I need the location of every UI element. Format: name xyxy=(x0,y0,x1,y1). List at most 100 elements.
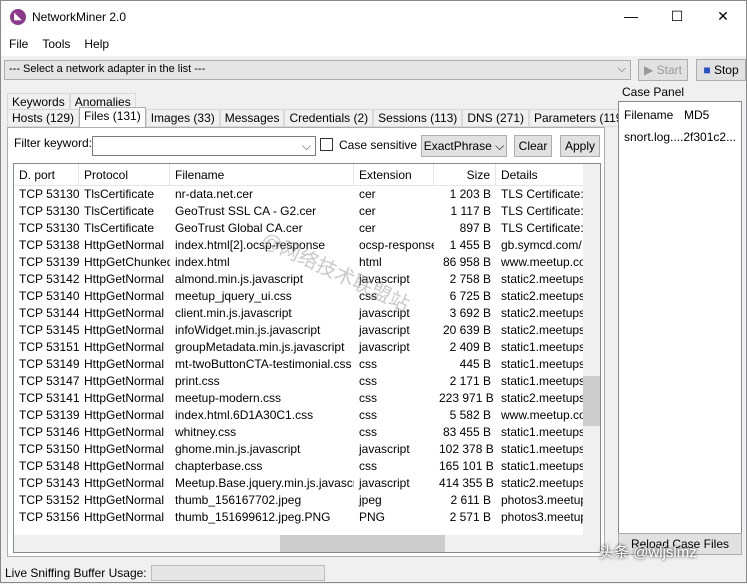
horizontal-scroll-thumb[interactable] xyxy=(280,535,445,552)
cell-extension: javascript xyxy=(359,323,410,337)
match-mode-value: ExactPhrase xyxy=(423,139,492,153)
cell-protocol: TlsCertificate xyxy=(84,204,155,218)
table-row[interactable]: TCP 53141 HttpGetNormal meetup-modern.css c… xyxy=(14,390,600,407)
cell-details: static1.meetupsta xyxy=(501,442,584,456)
cell-dport: TCP 53130 xyxy=(19,221,79,235)
cell-protocol: HttpGetNormal xyxy=(84,408,165,422)
vertical-scrollbar[interactable] xyxy=(583,164,600,536)
cell-size: 1 117 B xyxy=(450,204,491,218)
menu-help[interactable]: Help xyxy=(84,37,109,51)
table-row[interactable]: TCP 53143 HttpGetNormal Meetup.Base.jquery… xyxy=(14,475,600,492)
col-size[interactable]: Size xyxy=(434,164,496,185)
tab-sessions[interactable]: Sessions (113) xyxy=(373,109,463,127)
cell-size: 2 409 B xyxy=(449,340,491,354)
files-table: D. port Protocol Filename Extension Size… xyxy=(13,163,601,553)
clear-button[interactable]: Clear xyxy=(514,135,552,157)
cell-size: 102 378 B xyxy=(439,442,494,456)
menu-file[interactable]: File xyxy=(9,37,28,51)
cell-dport: TCP 53150 xyxy=(19,442,79,456)
cell-extension: css xyxy=(359,374,377,388)
table-row[interactable]: TCP 53139 HttpGetNormal index.html.6D1A30C… xyxy=(14,407,600,424)
tab-messages[interactable]: Messages xyxy=(219,109,285,127)
cell-protocol: HttpGetNormal xyxy=(84,493,165,507)
cell-filename: GeoTrust Global CA.cer xyxy=(175,221,303,235)
table-row[interactable]: TCP 53150 HttpGetNormal ghome.min.js.javas… xyxy=(14,441,600,458)
status-bar: Live Sniffing Buffer Usage: xyxy=(1,562,746,584)
cell-extension: css xyxy=(359,289,377,303)
table-row[interactable]: TCP 53130 TlsCertificate GeoTrust SSL CA -… xyxy=(14,203,600,220)
table-row[interactable]: TCP 53145 HttpGetNormal infoWidget.min.js.… xyxy=(14,322,600,339)
table-row[interactable]: TCP 53156 HttpGetNormal thumb_151699612.jp… xyxy=(14,509,600,526)
tab-dns[interactable]: DNS (271) xyxy=(462,109,529,127)
stop-button[interactable]: ■ Stop xyxy=(696,59,746,81)
title-bar: ◣ NetworkMiner 2.0 — ☐ ✕ xyxy=(1,1,746,32)
start-button[interactable]: ▶ Start xyxy=(638,59,688,81)
table-row[interactable]: TCP 53130 TlsCertificate nr-data.net.cer ce… xyxy=(14,186,600,203)
cell-details: www.meetup.com xyxy=(501,408,584,422)
col-dport[interactable]: D. port xyxy=(14,164,79,185)
cell-dport: TCP 53152 xyxy=(19,493,79,507)
cell-size: 445 B xyxy=(459,357,491,371)
cell-dport: TCP 53139 xyxy=(19,408,79,422)
table-row[interactable]: TCP 53138 HttpGetNormal index.html[2].ocsp… xyxy=(14,237,600,254)
match-mode-select[interactable]: ExactPhrase ⌵ xyxy=(421,135,507,157)
tab-credentials[interactable]: Credentials (2) xyxy=(284,109,374,127)
cell-details: static1.meetupsta xyxy=(501,459,584,473)
case-sensitive-checkbox[interactable] xyxy=(320,138,333,151)
col-extension[interactable]: Extension xyxy=(354,164,434,185)
menu-tools[interactable]: Tools xyxy=(42,37,70,51)
cell-extension: jpeg xyxy=(359,493,382,507)
chevron-down-icon: ⌵ xyxy=(301,139,311,153)
table-row[interactable]: TCP 53148 HttpGetNormal chapterbase.css css… xyxy=(14,458,600,475)
apply-button[interactable]: Apply xyxy=(560,135,600,157)
table-row[interactable]: TCP 53151 HttpGetNormal groupMetadata.min.… xyxy=(14,339,600,356)
cell-protocol: TlsCertificate xyxy=(84,187,155,201)
filter-keyword-input[interactable]: ⌵ xyxy=(92,136,316,156)
tab-images[interactable]: Images (33) xyxy=(145,109,220,127)
cell-protocol: TlsCertificate xyxy=(84,221,155,235)
cell-size: 897 B xyxy=(459,221,491,235)
cell-protocol: HttpGetNormal xyxy=(84,391,165,405)
horizontal-scrollbar[interactable] xyxy=(14,535,600,552)
cell-extension: javascript xyxy=(359,306,410,320)
table-row[interactable]: TCP 53144 HttpGetNormal client.min.js.java… xyxy=(14,305,600,322)
maximize-button[interactable]: ☐ xyxy=(654,1,700,32)
cell-filename: groupMetadata.min.js.javascript xyxy=(175,340,345,354)
case-file-list[interactable]: Filename MD5 snort.log.... 2f301c2... xyxy=(618,101,742,535)
tab-hosts[interactable]: Hosts (129) xyxy=(7,109,80,127)
table-row[interactable]: TCP 53142 HttpGetNormal almond.min.js.java… xyxy=(14,271,600,288)
cell-protocol: HttpGetNormal xyxy=(84,374,165,388)
case-sensitive-label: Case sensitive xyxy=(339,138,418,152)
col-protocol[interactable]: Protocol xyxy=(79,164,170,185)
table-row[interactable]: TCP 53147 HttpGetNormal print.css css 2 171 … xyxy=(14,373,600,390)
adapter-value: --- Select a network adapter in the list… xyxy=(9,63,206,75)
cell-size: 2 171 B xyxy=(449,374,491,388)
case-col-md5[interactable]: MD5 xyxy=(684,108,709,122)
start-label: Start xyxy=(656,63,682,77)
case-row[interactable]: snort.log.... 2f301c2... xyxy=(619,128,741,146)
table-row[interactable]: TCP 53140 HttpGetNormal meetup_jquery_ui.c… xyxy=(14,288,600,305)
table-row[interactable]: TCP 53152 HttpGetNormal thumb_156167702.jp… xyxy=(14,492,600,509)
tab-files[interactable]: Files (131) xyxy=(79,107,146,127)
cell-filename: meetup_jquery_ui.css xyxy=(175,289,292,303)
col-filename[interactable]: Filename xyxy=(170,164,354,185)
minimize-button[interactable]: — xyxy=(608,1,654,32)
cell-filename: index.html xyxy=(175,255,230,269)
table-row[interactable]: TCP 53139 HttpGetChunked index.html html 86 … xyxy=(14,254,600,271)
close-button[interactable]: ✕ xyxy=(700,1,746,32)
table-row[interactable]: TCP 53146 HttpGetNormal whitney.css css 83 4… xyxy=(14,424,600,441)
cell-details: TLS Certificate: C xyxy=(501,187,584,201)
cell-dport: TCP 53130 xyxy=(19,204,79,218)
cell-size: 5 582 B xyxy=(449,408,491,422)
col-details[interactable]: Details xyxy=(496,164,584,185)
table-row[interactable]: TCP 53149 HttpGetNormal mt-twoButtonCTA-te… xyxy=(14,356,600,373)
cell-details: photos3.meetupst xyxy=(501,493,584,507)
cell-size: 20 639 B xyxy=(442,323,491,337)
cell-extension: cer xyxy=(359,187,376,201)
adapter-select[interactable]: --- Select a network adapter in the list… xyxy=(4,60,631,80)
table-row[interactable]: TCP 53130 TlsCertificate GeoTrust Global C… xyxy=(14,220,600,237)
vertical-scroll-thumb[interactable] xyxy=(583,376,600,426)
cell-dport: TCP 53138 xyxy=(19,238,79,252)
cell-protocol: HttpGetNormal xyxy=(84,272,165,286)
case-col-filename[interactable]: Filename xyxy=(624,108,684,122)
